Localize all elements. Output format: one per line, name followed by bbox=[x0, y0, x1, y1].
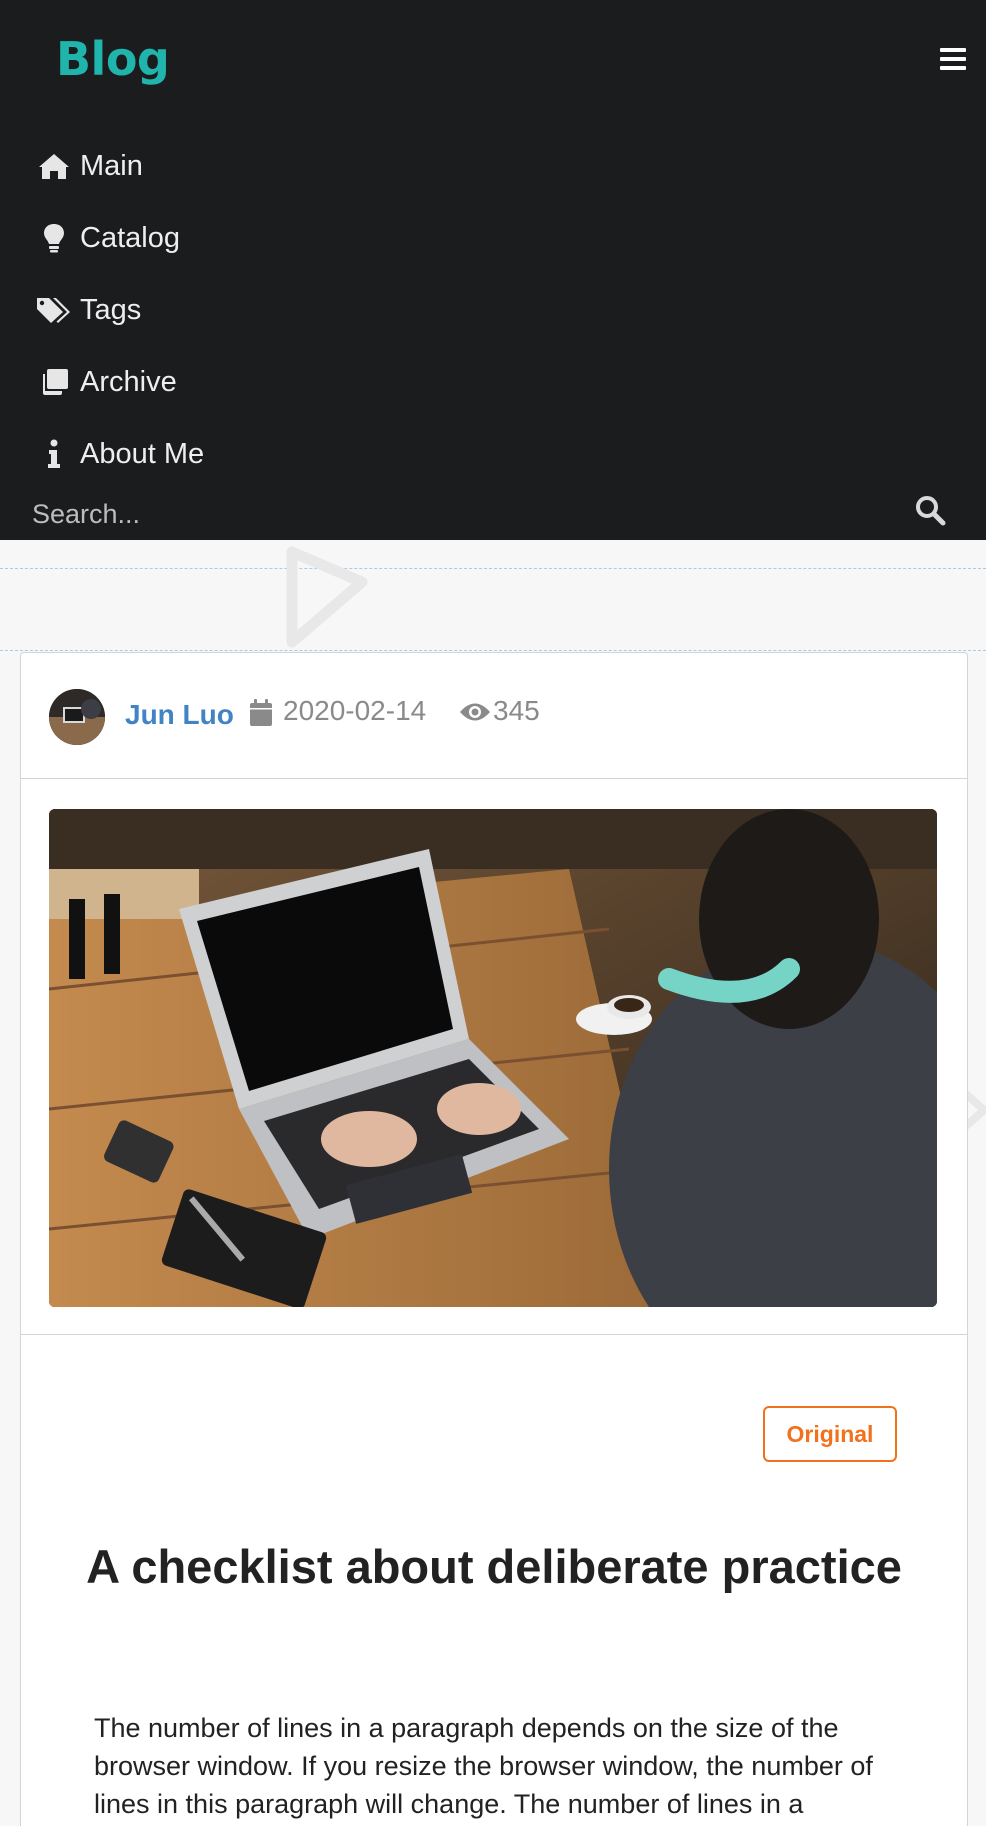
nav-item-tags[interactable]: Tags bbox=[36, 274, 436, 346]
eye-icon bbox=[459, 701, 491, 728]
search-input[interactable] bbox=[32, 494, 852, 534]
nav-item-archive[interactable]: Archive bbox=[36, 346, 436, 418]
brand-logo[interactable]: Blog bbox=[56, 32, 170, 86]
view-count: 345 bbox=[493, 695, 540, 726]
nav-item-about-me[interactable]: About Me bbox=[36, 418, 436, 490]
nav-label: Catalog bbox=[80, 221, 180, 254]
nav-label: Tags bbox=[80, 293, 142, 326]
nav-item-main[interactable]: Main bbox=[36, 130, 436, 202]
hamburger-menu-icon[interactable] bbox=[940, 48, 966, 72]
nav-label: Main bbox=[80, 149, 143, 182]
search-icon[interactable] bbox=[914, 494, 946, 531]
banner-divider bbox=[0, 650, 986, 651]
post-cover-image[interactable] bbox=[49, 809, 937, 1307]
post-title: A checklist about deliberate practice bbox=[86, 1540, 902, 1593]
page: Blog Main Catalog Tags Archive About Me … bbox=[0, 0, 986, 1826]
post-body: The number of lines in a paragraph depen… bbox=[94, 1713, 873, 1819]
section-divider bbox=[21, 1334, 967, 1335]
calendar-icon bbox=[249, 699, 273, 732]
archive-icon bbox=[36, 366, 72, 398]
home-icon bbox=[36, 150, 72, 182]
post-date: 2020-02-14 bbox=[283, 695, 427, 726]
post-card: Jun Luo 2020-02-14 345 Original A checkl… bbox=[20, 652, 968, 1826]
nav-item-catalog[interactable]: Catalog bbox=[36, 202, 436, 274]
avatar[interactable] bbox=[49, 689, 105, 745]
author-link[interactable]: Jun Luo bbox=[125, 699, 234, 731]
banner-divider bbox=[0, 568, 986, 569]
top-navigation: Blog Main Catalog Tags Archive About Me … bbox=[0, 0, 986, 540]
lightbulb-icon bbox=[36, 222, 72, 254]
info-icon bbox=[36, 438, 72, 470]
search-bar bbox=[0, 488, 986, 540]
tags-icon bbox=[36, 294, 72, 326]
play-icon bbox=[286, 546, 370, 655]
nav-label: Archive bbox=[80, 365, 177, 398]
main-nav: Main Catalog Tags Archive About Me bbox=[36, 130, 436, 490]
original-badge: Original bbox=[763, 1406, 897, 1462]
post-meta: Jun Luo 2020-02-14 345 bbox=[21, 653, 967, 779]
nav-label: About Me bbox=[80, 437, 205, 470]
